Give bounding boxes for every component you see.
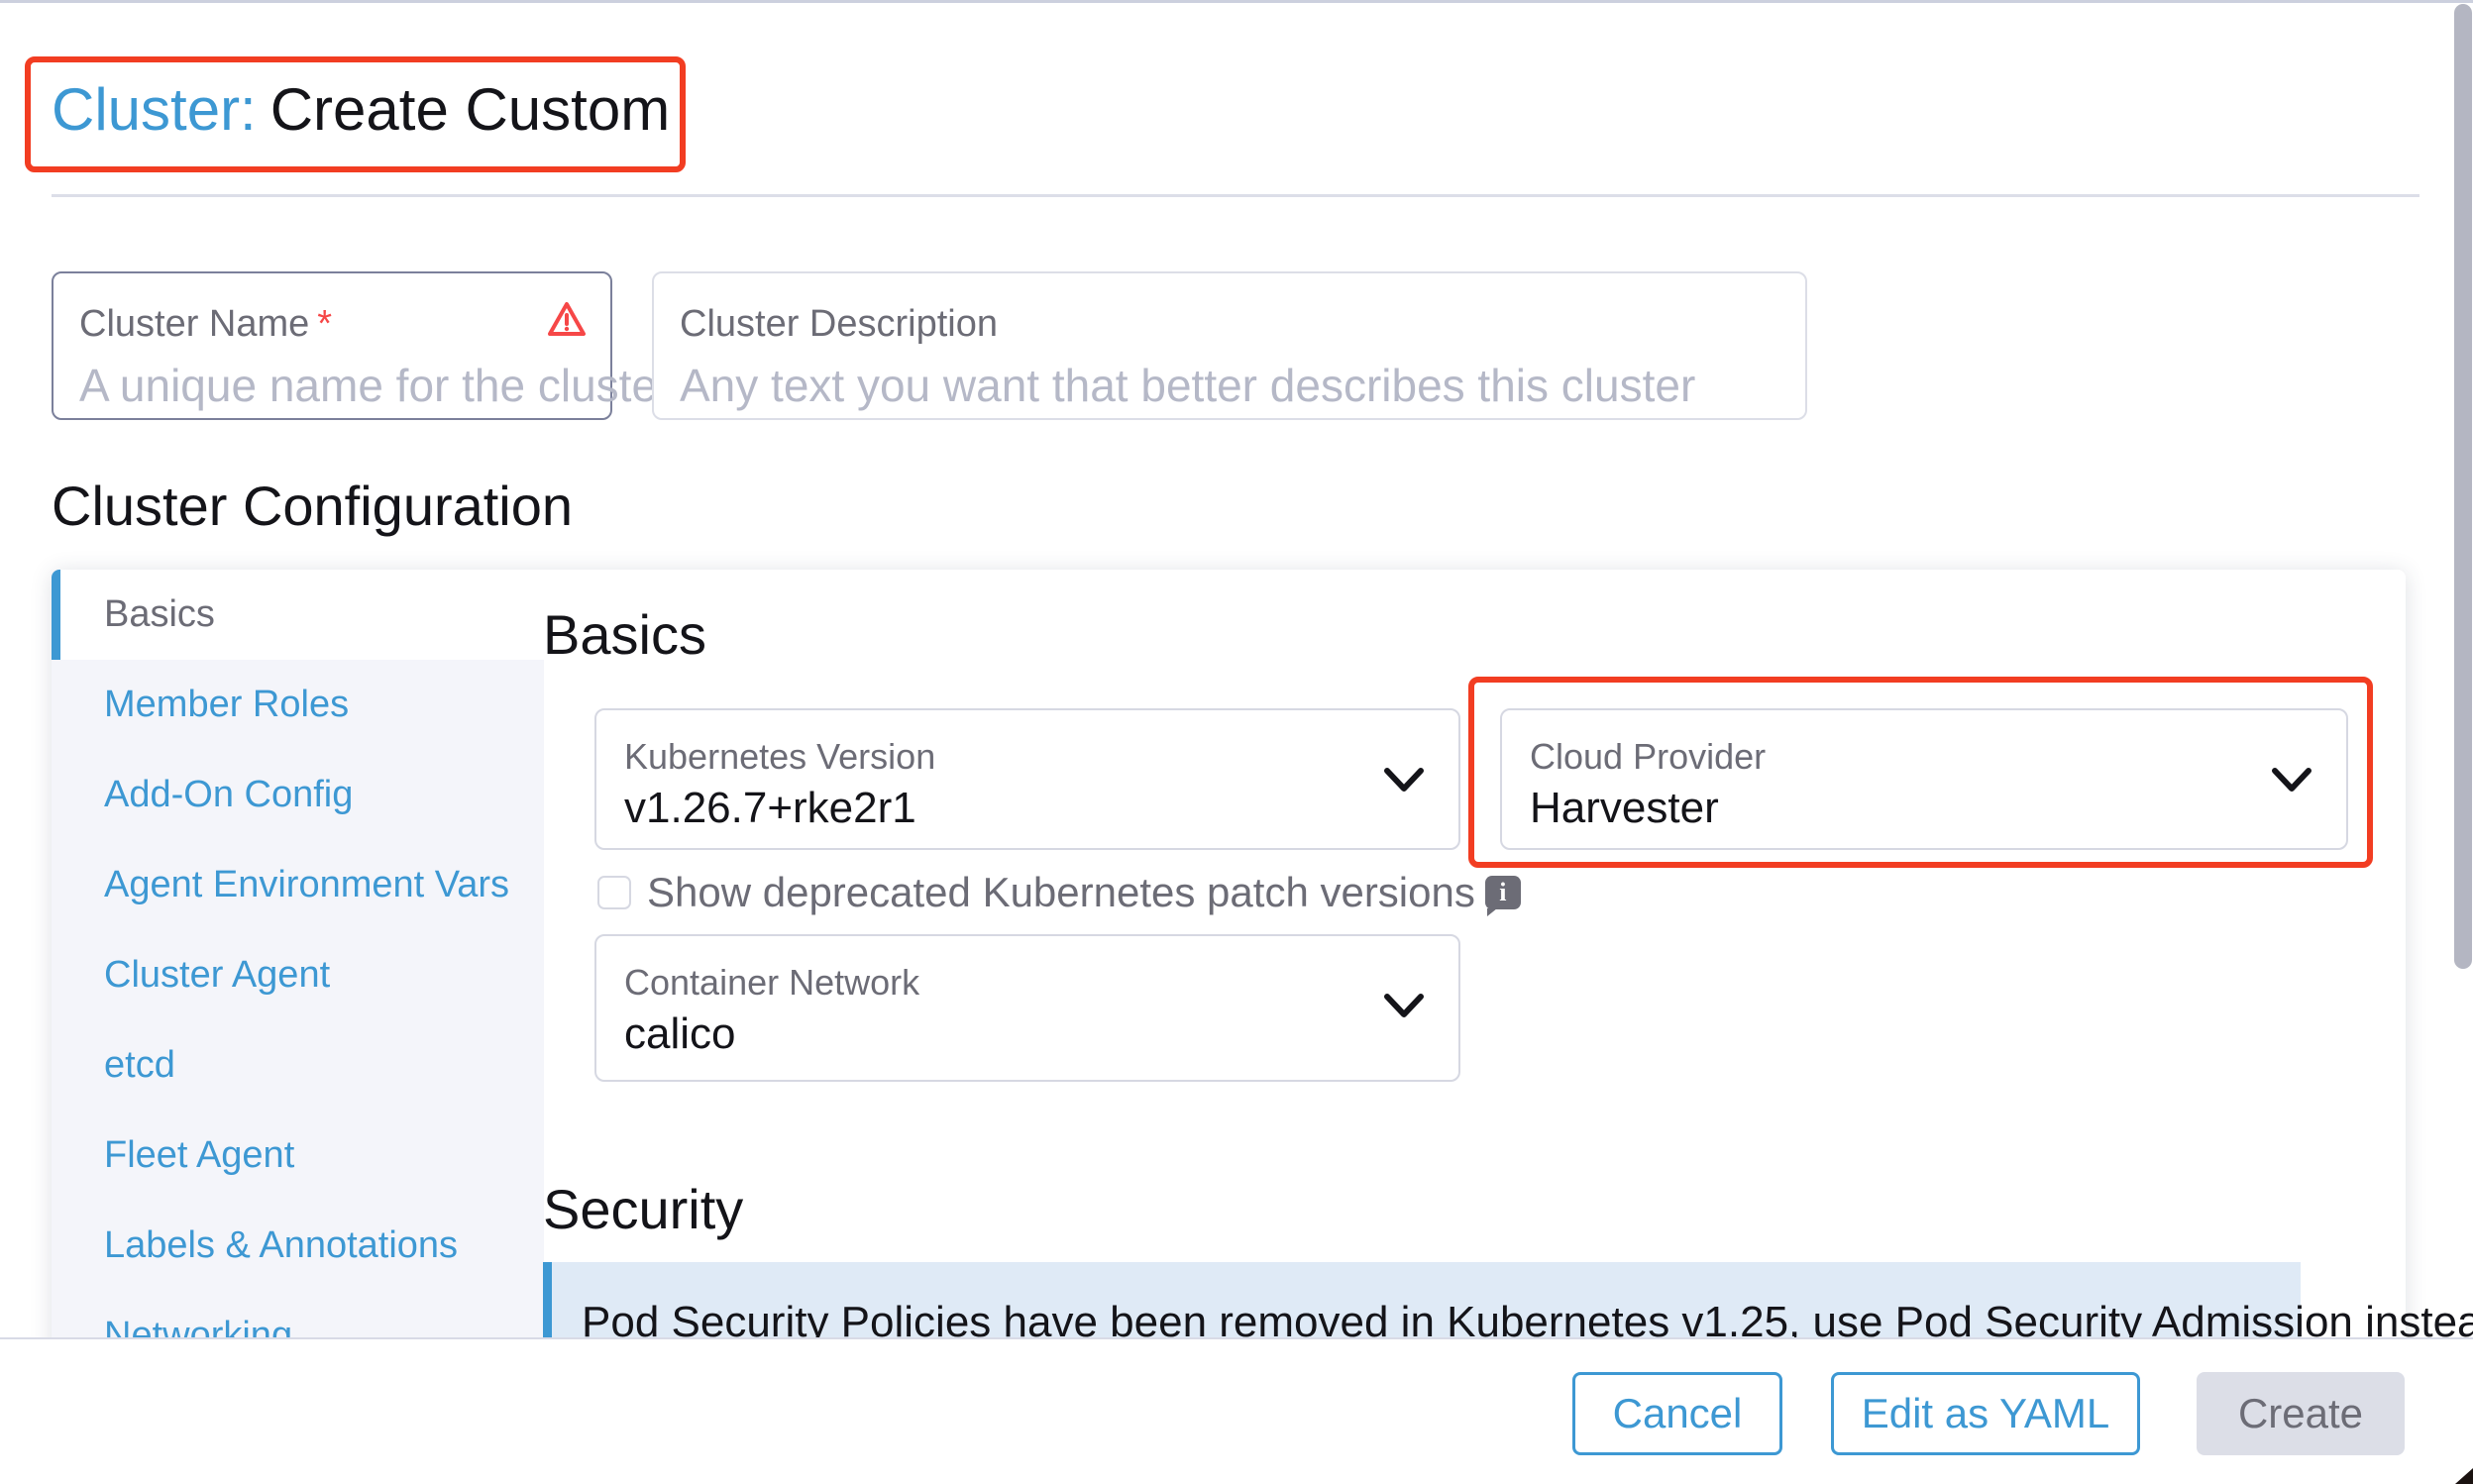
container-network-label: Container Network (624, 962, 919, 1004)
tab-labels-annotations[interactable]: Labels & Annotations (52, 1201, 544, 1291)
cluster-name-placeholder: A unique name for the cluster (79, 359, 672, 412)
tab-member-roles[interactable]: Member Roles (52, 660, 544, 750)
info-icon[interactable]: i (1485, 876, 1521, 909)
deprecated-versions-checkbox[interactable] (597, 876, 631, 909)
edit-as-yaml-button[interactable]: Edit as YAML (1831, 1372, 2140, 1455)
tab-label: Fleet Agent (104, 1134, 294, 1177)
mouse-cursor-icon (2455, 1468, 2473, 1484)
chevron-down-icon (1383, 766, 1425, 794)
kubernetes-version-select[interactable]: Kubernetes Version v1.26.7+rke2r1 (594, 708, 1460, 850)
security-section-heading: Security (543, 1177, 743, 1241)
deprecated-versions-row: Show deprecated Kubernetes patch version… (597, 871, 1521, 914)
tab-label: Member Roles (104, 684, 349, 726)
tab-fleet-agent[interactable]: Fleet Agent (52, 1111, 544, 1201)
tab-label: Labels & Annotations (104, 1224, 458, 1267)
tab-label: Agent Environment Vars (104, 864, 509, 906)
chevron-down-icon (2271, 766, 2312, 794)
page-top-border (0, 0, 2473, 3)
container-network-select[interactable]: Container Network calico (594, 934, 1460, 1082)
container-network-value: calico (624, 1009, 736, 1059)
deprecated-versions-label[interactable]: Show deprecated Kubernetes patch version… (647, 869, 1475, 916)
cancel-button[interactable]: Cancel (1572, 1372, 1782, 1455)
tab-label: Add-On Config (104, 774, 353, 816)
tab-label: etcd (104, 1044, 175, 1087)
cloud-provider-value: Harvester (1530, 784, 1719, 833)
page-title-suffix: Create Custom (270, 76, 670, 143)
tab-agent-environment-vars[interactable]: Agent Environment Vars (52, 840, 544, 930)
required-asterisk: * (317, 303, 332, 345)
cluster-name-field[interactable]: Cluster Name* A unique name for the clus… (52, 271, 612, 420)
page: Cluster:Create Custom Cluster Name* A un… (0, 0, 2473, 1484)
tab-cluster-agent[interactable]: Cluster Agent (52, 930, 544, 1020)
scrollbar-thumb[interactable] (2454, 4, 2472, 969)
active-tab-indicator (52, 570, 60, 660)
create-button[interactable]: Create (2197, 1372, 2405, 1455)
tab-etcd[interactable]: etcd (52, 1020, 544, 1111)
warning-icon (547, 301, 587, 337)
cluster-description-label: Cluster Description (680, 303, 998, 346)
tab-label: Cluster Agent (104, 954, 330, 997)
basics-section-heading: Basics (543, 602, 706, 667)
kubernetes-version-value: v1.26.7+rke2r1 (624, 784, 916, 833)
cloud-provider-label: Cloud Provider (1530, 736, 1766, 778)
cloud-provider-select[interactable]: Cloud Provider Harvester (1500, 708, 2348, 850)
tab-add-on-config[interactable]: Add-On Config (52, 750, 544, 840)
page-title-prefix: Cluster: (52, 76, 257, 143)
tab-basics[interactable]: Basics (52, 570, 544, 660)
kubernetes-version-label: Kubernetes Version (624, 736, 935, 778)
cluster-configuration-heading: Cluster Configuration (52, 474, 573, 538)
chevron-down-icon (1383, 992, 1425, 1019)
title-divider (52, 194, 2419, 197)
footer-action-bar: Cancel Edit as YAML Create (0, 1337, 2473, 1484)
cluster-description-field[interactable]: Cluster Description Any text you want th… (652, 271, 1807, 420)
tab-label: Basics (104, 593, 215, 636)
cluster-name-label: Cluster Name* (79, 303, 332, 346)
page-title: Cluster:Create Custom (52, 77, 670, 143)
cluster-description-placeholder: Any text you want that better describes … (680, 359, 1695, 412)
